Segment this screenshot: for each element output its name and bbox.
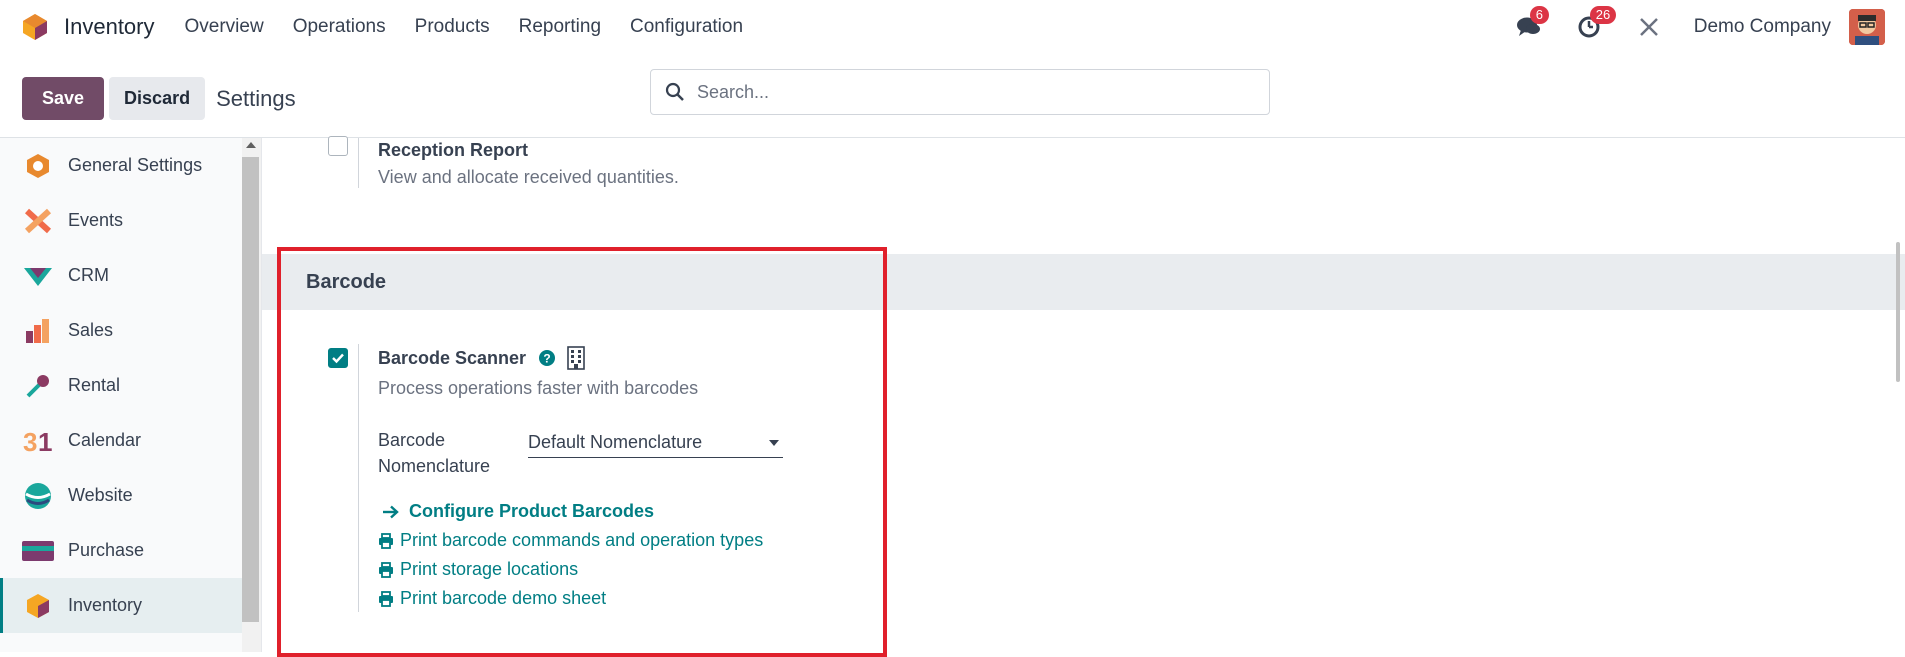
reception-report-title: Reception Report <box>378 140 529 160</box>
sidebar-item-label: CRM <box>68 265 109 285</box>
sidebar-item-label: Calendar <box>68 430 142 450</box>
top-navbar: Inventory Overview Operations Products R… <box>0 0 1905 54</box>
company-switcher[interactable]: Demo Company <box>1694 16 1831 38</box>
search-input[interactable]: Search... <box>697 82 769 103</box>
sales-icon <box>22 315 54 347</box>
reception-report-checkbox[interactable] <box>328 136 348 156</box>
sidebar-item-general-settings[interactable]: General Settings <box>0 138 261 193</box>
app-name[interactable]: Inventory <box>64 14 155 40</box>
sidebar-scroll-thumb[interactable] <box>242 157 259 622</box>
menu-overview[interactable]: Overview <box>185 16 264 38</box>
sidebar-item-label: Purchase <box>68 540 145 560</box>
sidebar-item-purchase[interactable]: Purchase <box>0 523 261 578</box>
control-panel: Save Discard Settings Search... <box>0 60 1905 138</box>
menu-reporting[interactable]: Reporting <box>519 16 601 38</box>
svg-text:3: 3 <box>23 427 37 455</box>
scroll-up-arrow-icon[interactable] <box>246 142 256 148</box>
search-icon <box>665 82 684 101</box>
website-icon <box>22 480 54 512</box>
inventory-icon <box>22 590 54 622</box>
reception-report-desc: View and allocate received quantities. <box>378 167 679 187</box>
messages-badge: 6 <box>1529 6 1549 24</box>
inventory-logo-icon[interactable] <box>20 12 50 42</box>
sidebar-item-events[interactable]: Events <box>0 193 261 248</box>
crm-icon <box>22 260 54 292</box>
activities-badge: 26 <box>1589 6 1617 24</box>
debug-tools-button[interactable] <box>1634 12 1664 42</box>
svg-text:1: 1 <box>38 427 52 455</box>
page-title: Settings <box>216 85 296 111</box>
setting-divider <box>358 138 359 188</box>
sidebar-item-crm[interactable]: CRM <box>0 248 261 303</box>
sidebar-item-label: Inventory <box>68 595 143 615</box>
highlight-box <box>277 247 887 657</box>
tools-icon <box>1639 18 1658 36</box>
discard-button[interactable]: Discard <box>109 77 206 120</box>
page-scroll-thumb[interactable] <box>1896 242 1900 382</box>
messages-button[interactable]: 6 <box>1514 6 1549 42</box>
user-avatar[interactable] <box>1849 9 1885 45</box>
search-bar[interactable]: Search... <box>650 69 1270 115</box>
sidebar-item-sales[interactable]: Sales <box>0 303 261 358</box>
sidebar-item-rental[interactable]: Rental <box>0 358 261 413</box>
settings-content: Reception Report View and allocate recei… <box>262 136 1905 657</box>
menu-products[interactable]: Products <box>415 16 490 38</box>
menu-operations[interactable]: Operations <box>293 16 386 38</box>
events-icon <box>22 205 54 237</box>
calendar-icon: 31 <box>22 425 54 457</box>
general-settings-icon <box>22 150 54 182</box>
sidebar-item-label: Sales <box>68 320 114 340</box>
activities-button[interactable]: 26 <box>1574 6 1617 42</box>
sidebar-item-website[interactable]: Website <box>0 468 261 523</box>
sidebar-item-inventory[interactable]: Inventory <box>0 578 261 633</box>
save-button[interactable]: Save <box>22 77 105 120</box>
purchase-icon <box>22 535 54 567</box>
settings-sidebar: General Settings Events CRM Sales Rental… <box>0 138 262 652</box>
sidebar-item-label: Events <box>68 210 124 230</box>
menu-configuration[interactable]: Configuration <box>630 16 743 38</box>
sidebar-item-label: Website <box>68 485 133 505</box>
sidebar-item-calendar[interactable]: 31 Calendar <box>0 413 261 468</box>
sidebar-item-label: General Settings <box>68 155 203 175</box>
rental-icon <box>22 370 54 402</box>
sidebar-item-label: Rental <box>68 375 121 395</box>
